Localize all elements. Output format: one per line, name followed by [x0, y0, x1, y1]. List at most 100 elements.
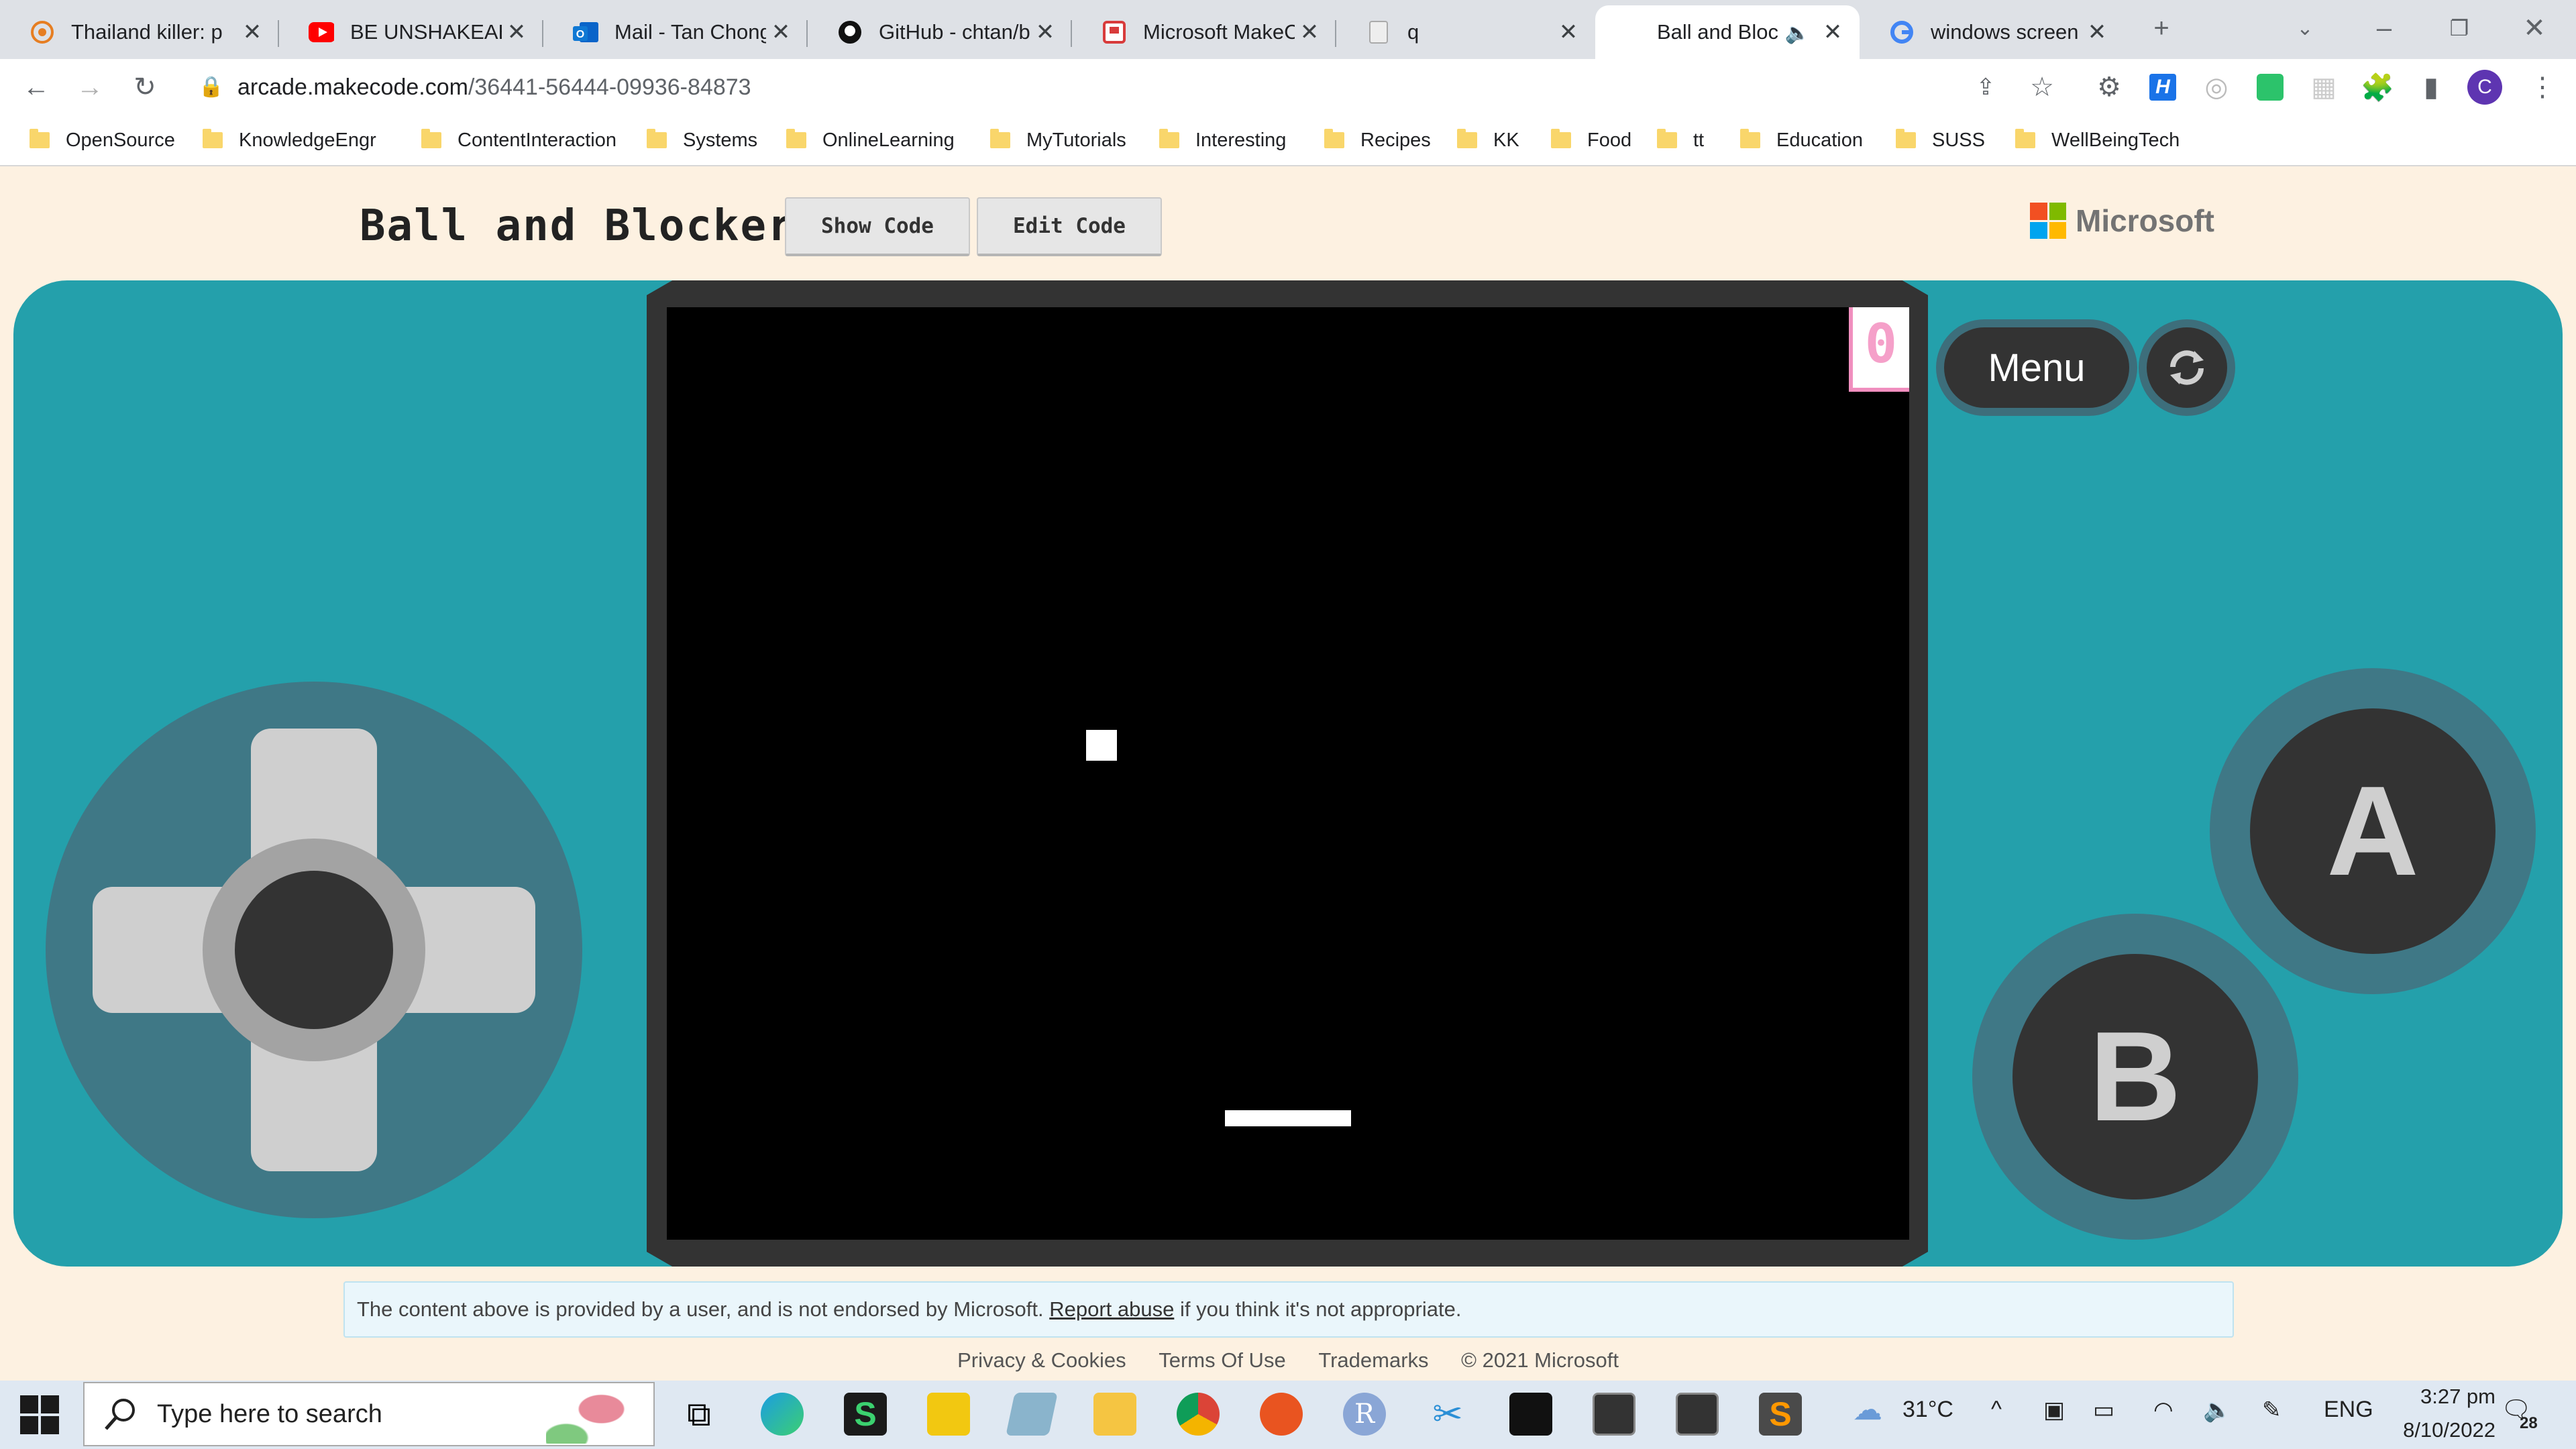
tab-5[interactable]: Microsoft MakeC ✕: [1072, 5, 1336, 59]
dpad-center[interactable]: [235, 871, 393, 1029]
gear-extension-icon[interactable]: ⚙: [2092, 70, 2127, 105]
bookmark-suss[interactable]: SUSS: [1896, 115, 1985, 165]
show-code-button[interactable]: Show Code: [785, 197, 970, 256]
close-icon[interactable]: ✕: [767, 19, 794, 46]
terminal-icon[interactable]: [1509, 1393, 1552, 1436]
chevron-up-icon[interactable]: ^: [1991, 1397, 2002, 1423]
reload-icon[interactable]: ↻: [127, 70, 162, 105]
lock-icon[interactable]: 🔒: [199, 74, 225, 101]
tab-3[interactable]: O Mail - Tan Chong ✕: [543, 5, 808, 59]
menu-button[interactable]: Menu: [1944, 327, 2129, 408]
bookmark-interesting[interactable]: Interesting: [1159, 115, 1286, 165]
bookmark-recipes[interactable]: Recipes: [1324, 115, 1431, 165]
terms-link[interactable]: Terms Of Use: [1159, 1348, 1285, 1372]
chrome-icon[interactable]: [1177, 1393, 1220, 1436]
weather-cloud-icon[interactable]: ☁: [1853, 1393, 1882, 1427]
bookmark-systems[interactable]: Systems: [647, 115, 757, 165]
extension-circle-icon[interactable]: ◎: [2199, 70, 2234, 105]
bookmark-opensource[interactable]: OpenSource: [30, 115, 175, 165]
meet-icon[interactable]: ▣: [2043, 1397, 2065, 1424]
language-indicator[interactable]: ENG: [2324, 1397, 2373, 1423]
cmd-icon[interactable]: [1593, 1393, 1635, 1436]
side-panel-icon[interactable]: ▮: [2414, 70, 2449, 105]
folder-icon: [30, 129, 50, 148]
bookmark-contentinteraction[interactable]: ContentInteraction: [421, 115, 616, 165]
back-icon[interactable]: ←: [19, 70, 54, 105]
tab-2[interactable]: BE UNSHAKEABLE ✕: [279, 5, 543, 59]
notice-text: The content above is provided by a user,…: [357, 1297, 1044, 1321]
task-view-icon[interactable]: ⧉: [678, 1393, 720, 1436]
file-explorer-icon[interactable]: [1093, 1393, 1136, 1436]
bookmark-kk[interactable]: KK: [1457, 115, 1519, 165]
tab-4[interactable]: GitHub - chtan/b ✕: [808, 5, 1072, 59]
folder-icon: [203, 129, 223, 148]
close-icon[interactable]: ✕: [1032, 19, 1059, 46]
profile-avatar[interactable]: C: [2467, 70, 2502, 105]
close-icon[interactable]: ✕: [1555, 19, 1582, 46]
bookmark-knowledgeengr[interactable]: KnowledgeEngr: [203, 115, 376, 165]
close-icon[interactable]: ✕: [503, 19, 530, 46]
cmd-icon-2[interactable]: [1676, 1393, 1719, 1436]
taskbar-search[interactable]: Type here to search: [83, 1382, 655, 1446]
forward-icon[interactable]: →: [72, 70, 107, 105]
bookmark-label: KnowledgeEngr: [239, 129, 376, 151]
powerbi-icon[interactable]: [927, 1393, 970, 1436]
weather-temp[interactable]: 31°C: [1902, 1397, 1953, 1423]
hypothesis-extension-icon[interactable]: H: [2145, 70, 2180, 105]
microsoft-logo[interactable]: Microsoft: [2030, 203, 2214, 239]
windows-start-icon[interactable]: [20, 1395, 59, 1438]
tab-6[interactable]: q ✕: [1336, 5, 1595, 59]
close-icon[interactable]: ✕: [1819, 19, 1846, 46]
close-icon[interactable]: ✕: [2084, 19, 2110, 46]
speaker-icon[interactable]: 🔈: [1785, 21, 1810, 45]
more-menu-icon[interactable]: ⋮: [2525, 70, 2560, 105]
bookmark-wellbeingtech[interactable]: WellBeingTech: [2015, 115, 2180, 165]
game-screen[interactable]: [667, 307, 1909, 1240]
app-notebook-icon[interactable]: [1006, 1393, 1058, 1436]
bookmark-label: OpenSource: [66, 129, 175, 151]
edit-code-button[interactable]: Edit Code: [977, 197, 1162, 256]
battery-icon[interactable]: ▭: [2093, 1397, 2114, 1424]
tab-8[interactable]: windows screen c ✕: [1860, 5, 2124, 59]
close-icon[interactable]: ✕: [239, 19, 266, 46]
bookmark-onlinelearning[interactable]: OnlineLearning: [786, 115, 955, 165]
restore-icon[interactable]: ❐: [2442, 11, 2477, 46]
tab-7-active[interactable]: Ball and Bloc 🔈 ✕: [1595, 5, 1860, 59]
privacy-link[interactable]: Privacy & Cookies: [957, 1348, 1126, 1372]
new-tab-icon[interactable]: +: [2144, 11, 2179, 46]
ubuntu-icon[interactable]: [1260, 1393, 1303, 1436]
minimize-icon[interactable]: –: [2367, 11, 2402, 46]
app-s-icon[interactable]: S: [844, 1393, 887, 1436]
pen-icon[interactable]: ✎: [2262, 1397, 2282, 1424]
bookmark-tt[interactable]: tt: [1657, 115, 1704, 165]
window-close-icon[interactable]: ✕: [2517, 11, 2552, 46]
restart-button[interactable]: [2147, 327, 2227, 408]
wifi-icon[interactable]: ◠: [2153, 1397, 2174, 1424]
button-b[interactable]: B: [2012, 954, 2258, 1199]
sublime-icon[interactable]: S: [1759, 1393, 1802, 1436]
close-icon[interactable]: ✕: [1296, 19, 1323, 46]
bookmark-education[interactable]: Education: [1740, 115, 1863, 165]
extension-green-icon[interactable]: [2253, 70, 2288, 105]
puzzle-icon[interactable]: 🧩: [2360, 70, 2395, 105]
tab-1[interactable]: Thailand killer: po ✕: [0, 5, 279, 59]
report-abuse-link[interactable]: Report abuse: [1049, 1297, 1174, 1321]
score-display: 0: [1849, 307, 1909, 392]
extension-grid-icon[interactable]: ▦: [2306, 70, 2341, 105]
bookmark-label: SUSS: [1932, 129, 1985, 151]
bookmark-mytutorials[interactable]: MyTutorials: [990, 115, 1126, 165]
volume-icon[interactable]: 🔈: [2203, 1397, 2231, 1424]
address-bar[interactable]: 🔒 arcade.makecode.com/36441-56444-09936-…: [186, 64, 2065, 110]
clock-date[interactable]: 8/10/2022: [2381, 1418, 2496, 1442]
trademarks-link[interactable]: Trademarks: [1318, 1348, 1428, 1372]
chevron-down-icon[interactable]: ⌄: [2288, 11, 2322, 46]
snipping-tool-icon[interactable]: ✂: [1426, 1393, 1469, 1436]
r-icon[interactable]: R: [1343, 1393, 1386, 1436]
folder-icon: [1551, 129, 1571, 148]
edge-icon[interactable]: [761, 1393, 804, 1436]
clock-time[interactable]: 3:27 pm: [2388, 1385, 2496, 1409]
bookmark-food[interactable]: Food: [1551, 115, 1631, 165]
bookmark-label: Education: [1776, 129, 1863, 151]
button-a[interactable]: A: [2250, 708, 2496, 954]
bookmark-label: Systems: [683, 129, 758, 151]
